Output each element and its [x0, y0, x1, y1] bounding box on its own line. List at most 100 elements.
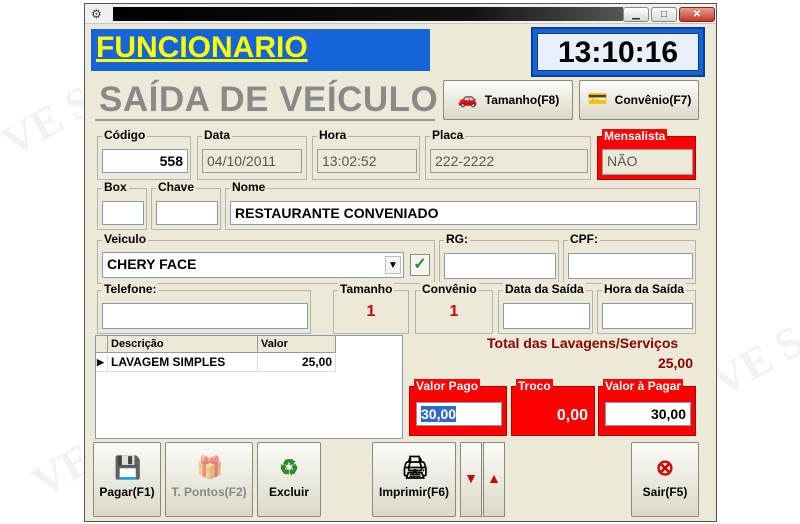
placa-field[interactable]: 222-2222 [430, 149, 588, 173]
veiculo-select[interactable]: CHERY FACE ▼ [102, 252, 404, 278]
imprimir-button[interactable]: 🖨 Imprimir(F6) [372, 442, 456, 517]
troco-label: Troco [516, 379, 553, 393]
move-up-button[interactable]: ▲ [483, 442, 505, 517]
card-icon: 💳 [587, 91, 608, 108]
veiculo-label: Veiculo [102, 232, 149, 246]
services-table[interactable]: Descrição Valor ▶ LAVAGEM SIMPLES 25,00 [95, 335, 403, 439]
header-banner: FUNCIONARIO [91, 29, 430, 71]
excluir-button-label: Excluir [268, 485, 310, 499]
header-title: FUNCIONARIO [96, 31, 308, 64]
valor-pago-group: Valor Pago 30,00 [409, 379, 507, 436]
tamanho-button[interactable]: 🚗 Tamanho(F8) [443, 80, 573, 120]
tamanho-group: Tamanho 1 [333, 282, 409, 334]
data-saida-label: Data da Saída [503, 282, 586, 296]
check-icon: ✓ [413, 256, 427, 273]
total-label: Total das Lavagens/Serviços [487, 335, 679, 351]
app-window: ⚙ ▁ □ ✕ FUNCIONARIO 13:10:16 SAÍDA DE VE… [84, 3, 717, 522]
column-header-descricao[interactable]: Descrição [108, 336, 258, 353]
clock-panel: 13:10:16 [531, 27, 705, 77]
data-label: Data [202, 128, 233, 142]
maximize-button[interactable]: □ [651, 7, 677, 22]
imprimir-button-label: Imprimir(F6) [378, 485, 449, 499]
data-saida-group: Data da Saída [498, 282, 593, 334]
convenio-group: Convênio 1 [415, 282, 493, 334]
column-header-valor[interactable]: Valor [258, 336, 336, 353]
troco-group: Troco 0,00 [511, 379, 595, 436]
placa-label: Placa [430, 128, 466, 142]
gift-icon: 🎁 [196, 455, 224, 480]
exit-icon: ⊗ [655, 455, 675, 480]
mensalista-group: Mensalista NÃO [597, 129, 696, 180]
troco-value: 0,00 [556, 407, 588, 424]
sair-button[interactable]: ⊗ Sair(F5) [631, 442, 699, 517]
title-divider [95, 119, 435, 121]
mensalista-field[interactable]: NÃO [602, 149, 693, 175]
telefone-group: Telefone: [97, 282, 311, 334]
table-row[interactable]: ▶ LAVAGEM SIMPLES 25,00 [96, 354, 336, 372]
valor-pago-field[interactable]: 30,00 [416, 402, 502, 426]
data-saida-field[interactable] [503, 303, 590, 329]
title-bar: ⚙ ▁ □ ✕ [85, 4, 716, 24]
hora-label: Hora [317, 128, 349, 142]
convenio-label: Convênio [420, 282, 479, 296]
hora-saida-field[interactable] [602, 303, 693, 329]
telefone-field[interactable] [102, 303, 308, 329]
table-header-marker [96, 336, 108, 353]
pagar-button-label: Pagar(F1) [99, 485, 155, 499]
chave-field[interactable] [156, 201, 218, 225]
codigo-field[interactable]: 558 [102, 149, 188, 173]
clock-display: 13:10:16 [537, 33, 699, 71]
tamanho-label: Tamanho [338, 282, 395, 296]
cpf-field[interactable] [568, 253, 693, 279]
mensalista-label: Mensalista [602, 129, 668, 143]
convenio-value: 1 [449, 303, 459, 320]
pontos-button[interactable]: 🎁 T. Pontos(F2) [165, 442, 253, 517]
valor-pago-value: 30,00 [421, 406, 457, 422]
confirm-check-button[interactable]: ✓ [410, 254, 430, 276]
data-group: Data 04/10/2011 [197, 128, 307, 180]
chave-group: Chave [151, 180, 221, 230]
chave-label: Chave [156, 180, 197, 194]
cpf-label: CPF: [568, 232, 600, 246]
convenio-button-label: Convênio(F7) [614, 93, 692, 107]
tamanho-value: 1 [366, 303, 376, 320]
hora-field[interactable]: 13:02:52 [317, 149, 417, 173]
app-icon: ⚙ [91, 7, 102, 21]
box-field[interactable] [102, 201, 144, 225]
placa-group: Placa 222-2222 [425, 128, 591, 180]
valor-pagar-field[interactable]: 30,00 [605, 402, 691, 426]
total-value: 25,00 [657, 355, 693, 371]
floppy-save-icon: 💾 [114, 455, 142, 480]
convenio-button[interactable]: 💳 Convênio(F7) [579, 80, 699, 120]
veiculo-selected-value: CHERY FACE [107, 256, 197, 272]
box-label: Box [102, 180, 129, 194]
cell-valor: 25,00 [258, 354, 336, 372]
nome-group: Nome RESTAURANTE CONVENIADO [225, 180, 700, 230]
hora-saida-label: Hora da Saída [602, 282, 687, 296]
veiculo-group: Veiculo CHERY FACE ▼ ✓ [97, 232, 435, 284]
watermark-text: VE Software [703, 244, 800, 407]
excluir-button[interactable]: ♻ Excluir [257, 442, 321, 517]
minimize-button[interactable]: ▁ [623, 7, 649, 22]
page-title: SAÍDA DE VEÍCULO [99, 80, 439, 119]
table-header: Descrição Valor [96, 336, 336, 353]
nome-field[interactable]: RESTAURANTE CONVENIADO [230, 201, 697, 225]
move-down-button[interactable]: ▼ [460, 442, 482, 517]
cell-descricao: LAVAGEM SIMPLES [108, 354, 258, 372]
tamanho-button-label: Tamanho(F8) [484, 93, 560, 107]
data-field[interactable]: 04/10/2011 [202, 149, 302, 173]
valor-pagar-group: Valor à Pagar 30,00 [598, 379, 696, 436]
close-window-button[interactable]: ✕ [679, 7, 715, 22]
rg-field[interactable] [444, 253, 556, 279]
sair-button-label: Sair(F5) [642, 485, 688, 499]
arrow-down-icon: ▼ [464, 470, 478, 486]
pontos-button-label: T. Pontos(F2) [171, 485, 247, 499]
valor-pagar-label: Valor à Pagar [603, 379, 684, 393]
pagar-button[interactable]: 💾 Pagar(F1) [93, 442, 161, 517]
telefone-label: Telefone: [102, 282, 159, 296]
valor-pago-label: Valor Pago [414, 379, 481, 393]
hora-group: Hora 13:02:52 [312, 128, 420, 180]
chevron-down-icon[interactable]: ▼ [385, 256, 401, 274]
box-group: Box [97, 180, 147, 230]
row-indicator: ▶ [96, 354, 108, 372]
